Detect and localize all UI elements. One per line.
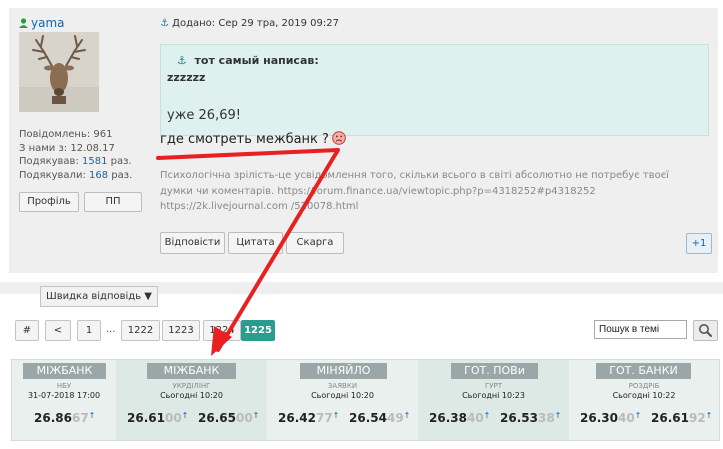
plus-one-button[interactable]: +1 — [686, 233, 712, 254]
arrow-up-icon: ↑ — [483, 411, 491, 420]
arrow-up-icon: ↑ — [252, 411, 260, 420]
page-link[interactable]: 1222 — [121, 320, 160, 341]
post-container: yama Повідомлень: 961 З нами з: 12.08.17… — [9, 8, 718, 273]
ticker-source: НБУ — [56, 382, 72, 390]
avatar[interactable] — [19, 32, 99, 112]
thanks-received-link[interactable]: 168 — [89, 170, 108, 181]
stat-posts: Повідомлень: 961 — [19, 129, 113, 140]
signature: Психологічна зрілість-це усвідомлення то… — [160, 170, 669, 212]
profile-button[interactable]: Профіль — [19, 192, 79, 212]
ticker-panel[interactable]: МІНЯЙЛО ЗАЯВКИ Сьогодні 10:20 26.4277↑ 2… — [267, 360, 418, 440]
ticker-time: Сьогодні 10:20 — [160, 391, 223, 400]
ticker-source: ЗАЯВКИ — [327, 382, 358, 390]
sad-smiley-icon — [332, 131, 346, 145]
ticker-title: МІЖБАНК — [147, 363, 236, 379]
page-link[interactable]: 1224 — [203, 320, 241, 341]
ticker-title: ГОТ. ПОВи — [451, 363, 538, 379]
thanked-count-link[interactable]: 1581 — [82, 156, 107, 167]
ticker-time: 31-07-2018 17:00 — [27, 391, 101, 400]
quote-anchor-icon[interactable]: ⚓ — [177, 54, 187, 67]
arrow-up-icon: ↑ — [705, 411, 713, 420]
quote-text-line1: zzzzzz — [167, 71, 206, 84]
arrow-up-icon: ↑ — [554, 411, 562, 420]
ticker-rate: 26.3040↑ — [580, 411, 642, 425]
ticker-title: МІНЯЙЛО — [300, 363, 387, 379]
ticker-source: ГУРТ — [484, 382, 503, 390]
quote-block: ⚓ тот самый написав: zzzzzz уже 26,69! — [160, 44, 709, 136]
ticker-rate: 26.3840↑ — [429, 411, 491, 425]
arrow-up-icon: ↑ — [88, 411, 96, 420]
ticker-rate: 26.4277↑ — [278, 411, 340, 425]
ticker-panel[interactable]: МІЖБАНК НБУ 31-07-2018 17:00 26.8667↑ — [12, 360, 116, 440]
search-icon — [694, 324, 717, 343]
ticker-source: РОЗДРІБ — [628, 382, 660, 390]
search-button[interactable] — [693, 320, 718, 341]
page-current[interactable]: 1225 — [241, 320, 275, 341]
username-link[interactable]: yama — [19, 16, 65, 30]
arrow-up-icon: ↑ — [634, 411, 642, 420]
ticker-panel[interactable]: МІЖБАНК УКРДІЛІНГ Сьогодні 10:20 26.6100… — [116, 360, 267, 440]
ticker-time: Сьогодні 10:23 — [462, 391, 525, 400]
ticker-title: МІЖБАНК — [23, 363, 106, 379]
page-link-first[interactable]: 1 — [77, 320, 101, 341]
currency-ticker: МІЖБАНК НБУ 31-07-2018 17:00 26.8667↑ МІ… — [11, 359, 720, 441]
stat-thanks-received: Подякували: 168 раз. — [19, 169, 133, 181]
username-text: yama — [31, 16, 65, 30]
reply-button[interactable]: Відповісти — [160, 232, 225, 254]
stat-joined: З нами з: 12.08.17 — [19, 142, 115, 154]
ticker-rate: 26.6500↑ — [198, 411, 260, 425]
ticker-rate: 26.5338↑ — [500, 411, 562, 425]
search-input[interactable] — [594, 320, 687, 339]
report-button[interactable]: Скарга — [286, 232, 344, 254]
post-date: ⚓ Додано: Сер 29 тра, 2019 09:27 — [160, 18, 340, 29]
ticker-panel[interactable]: ГОТ. БАНКИ РОЗДРІБ Сьогодні 10:22 26.304… — [569, 360, 719, 440]
quote-author: ⚓ тот самый написав: — [177, 54, 319, 67]
page-link[interactable]: 1223 — [162, 320, 200, 341]
quote-text-line2: уже 26,69! — [167, 108, 241, 123]
ticker-time: Сьогодні 10:20 — [311, 391, 374, 400]
prev-page-button[interactable]: < — [45, 320, 71, 341]
quote-button[interactable]: Цитата — [228, 232, 283, 254]
ticker-time: Сьогодні 10:22 — [612, 391, 676, 400]
ticker-panel[interactable]: ГОТ. ПОВи ГУРТ Сьогодні 10:23 26.3840↑ 2… — [418, 360, 569, 440]
ticker-rate: 26.5449↑ — [349, 411, 411, 425]
anchor-icon[interactable]: ⚓ — [160, 18, 169, 29]
page-jump-button[interactable]: # — [15, 320, 39, 341]
ticker-rate: 26.8667↑ — [34, 411, 96, 425]
arrow-up-icon: ↑ — [181, 411, 189, 420]
ticker-rate: 26.6100↑ — [127, 411, 189, 425]
user-icon — [19, 17, 28, 28]
quick-reply-toggle[interactable]: Швидка відповідь ▼ — [40, 286, 158, 307]
user-stats: Повідомлень: 961 З нами з: 12.08.17 Подя… — [19, 128, 132, 182]
ticker-rate: 26.6192↑ — [651, 411, 713, 425]
ticker-title: ГОТ. БАНКИ — [596, 363, 691, 379]
arrow-up-icon: ↑ — [332, 411, 340, 420]
ticker-source: УКРДІЛІНГ — [172, 382, 211, 390]
pm-button[interactable]: ПП — [84, 192, 142, 212]
pagination-ellipsis: ... — [106, 324, 116, 335]
arrow-up-icon: ↑ — [403, 411, 411, 420]
post-message: где смотреть межбанк ? — [160, 129, 346, 147]
stat-thanked: Подякував: 1581 раз. — [19, 156, 132, 167]
